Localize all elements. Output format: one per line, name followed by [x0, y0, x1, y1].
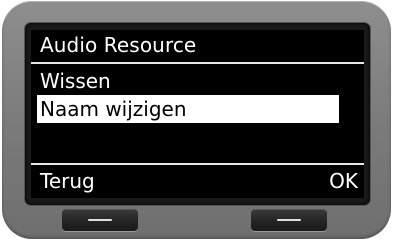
display-bezel: Audio Resource Wissen Naam wijzigen Teru… [25, 23, 370, 205]
title-divider [31, 62, 364, 64]
left-softkey-button[interactable] [62, 209, 138, 231]
softkey-label-ok: OK [329, 169, 358, 193]
softkey-label-back: Terug [40, 169, 95, 193]
softkey-divider [31, 163, 364, 165]
right-softkey-button[interactable] [251, 209, 327, 231]
display-screen: Audio Resource Wissen Naam wijzigen Teru… [31, 30, 364, 198]
phone-device: Audio Resource Wissen Naam wijzigen Teru… [2, 1, 391, 239]
screen-title: Audio Resource [40, 33, 197, 57]
menu-item-wissen[interactable]: Wissen [37, 67, 317, 95]
menu-item-naam-wijzigen-selected[interactable]: Naam wijzigen [37, 95, 339, 123]
minus-bar-icon [277, 219, 301, 221]
minus-bar-icon [88, 219, 112, 221]
